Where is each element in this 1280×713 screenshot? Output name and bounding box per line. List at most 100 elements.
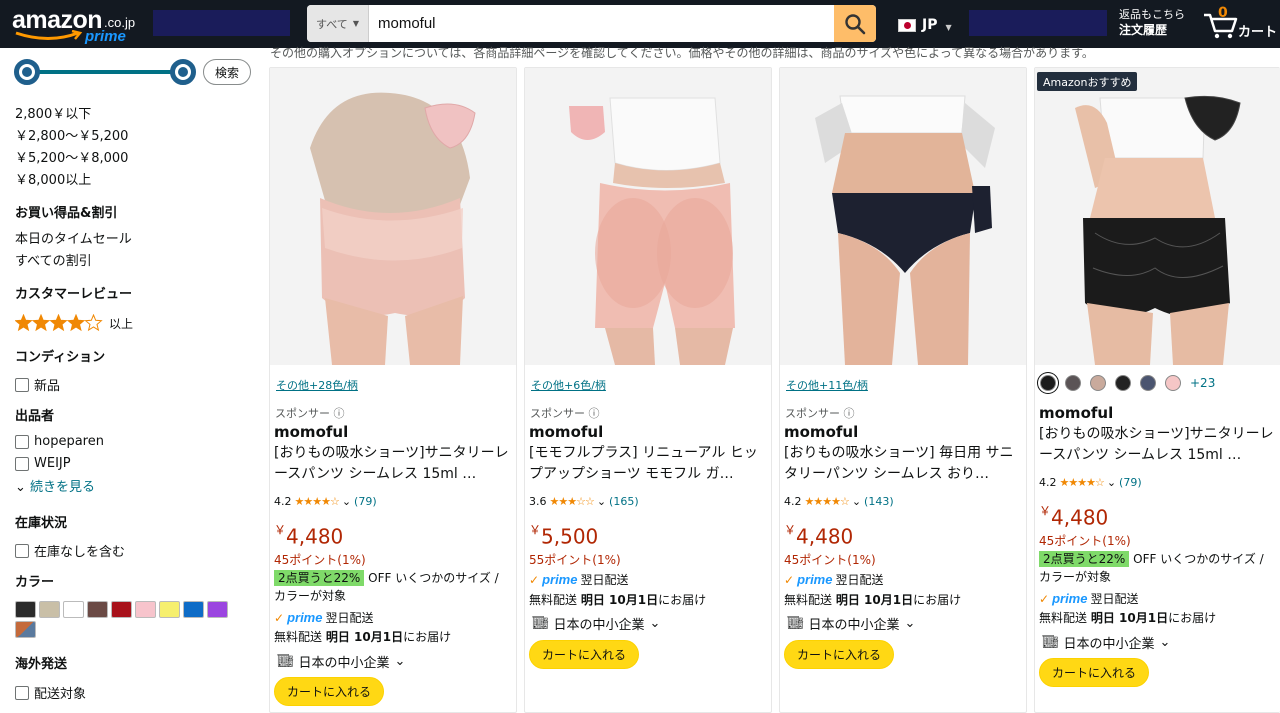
small-business-badge[interactable]: 🏬︎ 日本の中小企業 ⌄ [787, 614, 915, 633]
prime-delivery-text: 翌日配送 [580, 573, 629, 587]
color-swatch-purple[interactable] [207, 601, 228, 618]
product-card: その他+28色/柄 スポンサー ⓘ momoful [おりもの吸水ショーツ]サニ… [269, 67, 517, 713]
add-to-cart-button[interactable]: カートに入れる [274, 677, 385, 706]
product-image[interactable] [270, 68, 516, 365]
amazon-logo[interactable]: amazon .co.jp prime [12, 4, 142, 46]
more-colors-link[interactable]: +23 [1190, 376, 1215, 390]
price-range-1[interactable]: 2,800￥以下 [15, 107, 91, 123]
search-button[interactable] [834, 5, 876, 42]
info-icon[interactable]: ⓘ [334, 407, 345, 420]
product-rating[interactable]: 4.2 ★★★★☆ ⌄ (79) [274, 495, 377, 508]
price-range-4[interactable]: ￥8,000以上 [15, 173, 91, 189]
product-price: ￥4,480 [784, 523, 853, 549]
color-swatch-yellow[interactable] [159, 601, 180, 618]
product-price: ￥4,480 [1039, 504, 1108, 530]
sponsored-text: スポンサー [530, 407, 585, 420]
product-card: その他+6色/柄 スポンサー ⓘ momoful [モモフルプラス] リニューア… [524, 67, 772, 713]
deal-all-discounts[interactable]: すべての割引 [15, 254, 92, 270]
add-to-cart-button[interactable]: カートに入れる [784, 640, 895, 669]
chevron-down-icon: ⌄ [394, 654, 406, 669]
product-rating[interactable]: 3.6 ★★★☆☆ ⌄ (165) [529, 495, 639, 508]
product-title[interactable]: [おりもの吸水ショーツ]サニタリーレースパンツ シームレス 15ml … [274, 443, 510, 485]
price-value: 4,480 [286, 524, 344, 549]
product-image[interactable] [1035, 68, 1280, 365]
language-selector[interactable]: JP ▼ [898, 14, 952, 36]
variants-link[interactable]: その他+6色/柄 [531, 377, 606, 393]
variants-link[interactable]: その他+28色/柄 [276, 377, 358, 393]
color-option-pink[interactable] [1165, 375, 1181, 391]
checkbox[interactable] [15, 685, 29, 700]
info-icon[interactable]: ⓘ [589, 407, 600, 420]
checkbox-label: 在庫なしを含む [34, 545, 126, 560]
prime-check-icon: ✓ [1039, 591, 1050, 606]
include-out-of-stock-checkbox[interactable]: 在庫なしを含む [15, 541, 125, 560]
ship-suffix: にお届け [913, 593, 962, 607]
color-option-black[interactable] [1040, 375, 1056, 391]
store-icon: 🏬︎ [532, 616, 549, 631]
checkbox[interactable] [15, 377, 29, 392]
seller-hopeparen-checkbox[interactable]: hopeparen [15, 434, 104, 449]
star-rating-icon [15, 314, 103, 332]
product-title[interactable]: [おりもの吸水ショーツ]サニタリーレースパンツ シームレス 15ml … [1039, 424, 1275, 466]
product-title[interactable]: [おりもの吸水ショーツ] 毎日用 サニタリーパンツ シームレス おり… [784, 443, 1020, 485]
stock-heading: 在庫状況 [15, 516, 68, 531]
checkbox[interactable] [15, 456, 29, 471]
ship-date: 明日 10月1日 [580, 593, 659, 607]
see-more-sellers-link[interactable]: ⌄ 続きを見る [15, 480, 95, 496]
review-filter-4-stars[interactable]: 以上 [15, 314, 133, 332]
checkbox[interactable] [15, 543, 29, 558]
price-range-2[interactable]: ￥2,800～￥5,200 [15, 129, 128, 145]
small-business-badge[interactable]: 🏬︎ 日本の中小企業 ⌄ [1042, 633, 1170, 652]
price-go-button[interactable]: 検索 [203, 59, 251, 85]
color-option-navy[interactable] [1140, 375, 1156, 391]
price-slider-min-handle[interactable] [14, 59, 40, 85]
product-image[interactable] [525, 68, 771, 365]
review-count: (143) [864, 495, 894, 508]
checkbox[interactable] [15, 434, 29, 449]
rating-value: 4.2 [784, 495, 802, 508]
deal-info: 2点買うと22% OFF いくつかのサイズ / カラーが対象 [274, 569, 514, 605]
color-option-beige[interactable] [1090, 375, 1106, 391]
add-to-cart-button[interactable]: カートに入れる [1039, 658, 1150, 687]
color-option-dark[interactable] [1115, 375, 1131, 391]
color-swatch-white[interactable] [63, 601, 84, 618]
price-symbol: ￥ [274, 523, 287, 537]
product-rating[interactable]: 4.2 ★★★★☆ ⌄ (143) [784, 495, 894, 508]
color-swatch-black[interactable] [15, 601, 36, 618]
deal-timesale[interactable]: 本日のタイムセール [15, 232, 132, 248]
add-to-cart-button[interactable]: カートに入れる [529, 640, 640, 669]
ship-date: 明日 10月1日 [835, 593, 914, 607]
color-swatch-brown[interactable] [87, 601, 108, 618]
cart-button[interactable]: 0 カート [1202, 5, 1280, 43]
price-symbol: ￥ [1039, 504, 1052, 518]
color-swatch-red[interactable] [111, 601, 132, 618]
checkbox-label: WEIJP [34, 456, 71, 471]
product-rating[interactable]: 4.2 ★★★★☆ ⌄ (79) [1039, 476, 1142, 489]
seller-weijp-checkbox[interactable]: WEIJP [15, 456, 71, 471]
color-option-gray[interactable] [1065, 375, 1081, 391]
condition-new-checkbox[interactable]: 新品 [15, 375, 60, 394]
small-business-badge[interactable]: 🏬︎ 日本の中小企業 ⌄ [277, 652, 405, 671]
orders-link[interactable]: 返品もこちら 注文履歴 [1119, 8, 1199, 38]
rating-value: 4.2 [1039, 476, 1057, 489]
search-input[interactable] [369, 5, 835, 42]
intl-shipping-checkbox[interactable]: 配送対象 [15, 683, 86, 702]
price-slider[interactable] [14, 59, 196, 85]
variants-link[interactable]: その他+11色/柄 [786, 377, 868, 393]
color-swatch-beige[interactable] [39, 601, 60, 618]
price-slider-max-handle[interactable] [170, 59, 196, 85]
product-image[interactable] [780, 68, 1026, 365]
caret-down-icon: ▼ [352, 19, 359, 28]
color-swatch-pink[interactable] [135, 601, 156, 618]
color-swatch-multi[interactable] [15, 621, 36, 638]
info-icon[interactable]: ⓘ [844, 407, 855, 420]
product-title[interactable]: [モモフルプラス] リニューアル ヒップアップショーツ モモフル ガ… [529, 443, 765, 485]
price-range-3[interactable]: ￥5,200～￥8,000 [15, 151, 128, 167]
color-swatch-blue[interactable] [183, 601, 204, 618]
product-brand: momoful [784, 423, 859, 441]
prime-logo: prime [542, 572, 578, 587]
small-business-badge[interactable]: 🏬︎ 日本の中小企業 ⌄ [532, 614, 660, 633]
search-category-dropdown[interactable]: すべて ▼ [307, 5, 369, 42]
product-price: ￥4,480 [274, 523, 343, 549]
prime-logo: prime [1052, 591, 1088, 606]
